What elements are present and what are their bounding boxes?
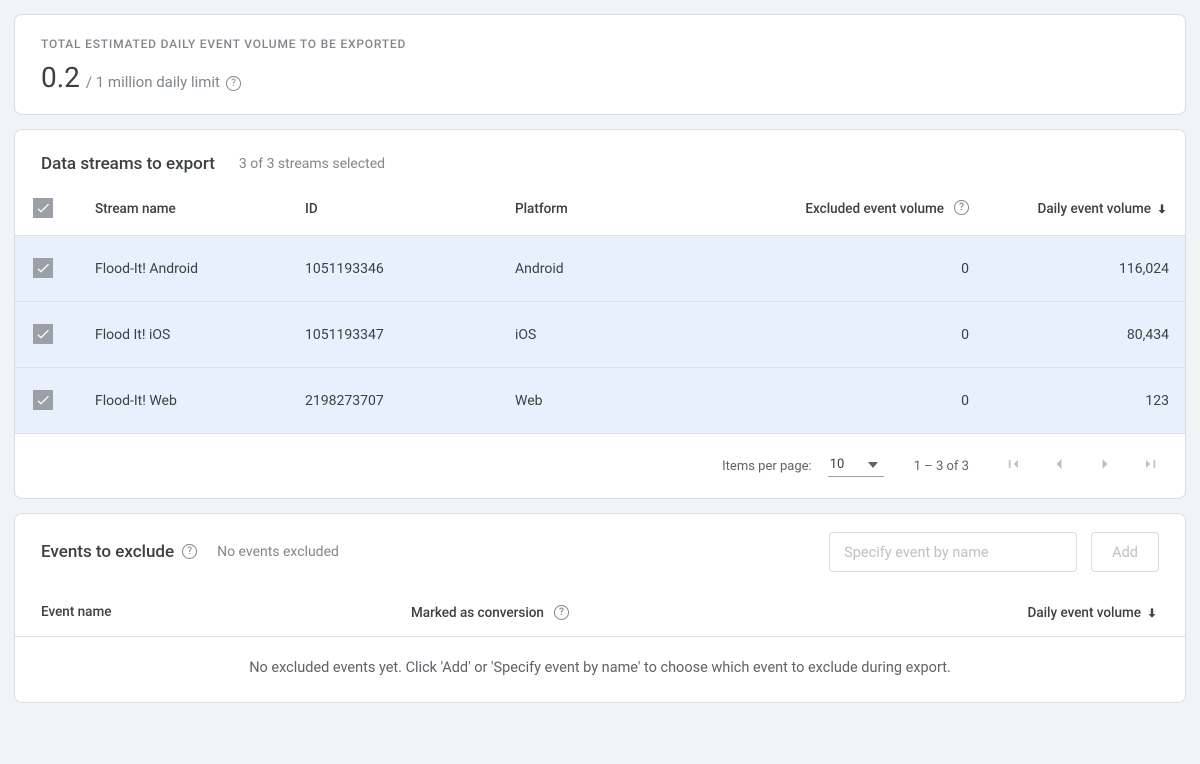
cell-excluded: 0	[685, 393, 969, 409]
col-excluded-volume-label: Excluded event volume	[805, 201, 944, 217]
col-daily-volume[interactable]: Daily event volume	[969, 200, 1169, 218]
streams-table-header: Stream name ID Platform Excluded event v…	[15, 182, 1185, 236]
col-daily-volume[interactable]: Daily event volume	[939, 604, 1159, 622]
cell-id: 1051193346	[305, 261, 515, 277]
cell-stream-name: Flood-It! Android	[95, 261, 305, 277]
cell-daily: 123	[969, 393, 1169, 409]
check-icon	[35, 392, 51, 408]
help-icon[interactable]: ?	[226, 76, 241, 91]
streams-subtitle: 3 of 3 streams selected	[239, 156, 385, 172]
volume-label: TOTAL ESTIMATED DAILY EVENT VOLUME TO BE…	[41, 37, 1159, 51]
sort-desc-icon	[1155, 202, 1169, 220]
items-per-page-label: Items per page:	[722, 459, 812, 474]
check-icon	[35, 326, 51, 342]
specify-event-input[interactable]: Specify event by name	[829, 532, 1077, 572]
col-excluded-volume[interactable]: Excluded event volume ?	[685, 201, 969, 217]
select-all-checkbox[interactable]	[33, 198, 53, 218]
volume-value: 0.2	[41, 61, 80, 94]
paginator: Items per page: 10 1 – 3 of 3	[15, 434, 1185, 498]
check-icon	[35, 200, 51, 216]
row-checkbox[interactable]	[33, 324, 53, 344]
col-daily-volume-label: Daily event volume	[1028, 605, 1142, 621]
items-per-page-value: 10	[830, 457, 845, 472]
cell-platform: iOS	[515, 327, 685, 343]
select-all-cell	[31, 198, 95, 220]
sort-desc-icon	[1145, 606, 1159, 624]
streams-table: Stream name ID Platform Excluded event v…	[15, 182, 1185, 498]
help-icon[interactable]: ?	[182, 544, 197, 559]
volume-value-row: 0.2 / 1 million daily limit ?	[41, 61, 1159, 94]
items-per-page: Items per page: 10	[722, 455, 884, 477]
row-checkbox[interactable]	[33, 390, 53, 410]
events-title: Events to exclude	[41, 542, 174, 562]
cell-id: 1051193347	[305, 327, 515, 343]
cell-platform: Android	[515, 261, 685, 277]
cell-stream-name: Flood It! iOS	[95, 327, 305, 343]
col-platform[interactable]: Platform	[515, 201, 685, 217]
specify-event-placeholder: Specify event by name	[844, 544, 988, 561]
cell-daily: 116,024	[969, 261, 1169, 277]
streams-header: Data streams to export 3 of 3 streams se…	[15, 130, 1185, 182]
cell-platform: Web	[515, 393, 685, 409]
events-table-header: Event name Marked as conversion ? Daily …	[15, 590, 1185, 637]
events-empty-message: No excluded events yet. Click 'Add' or '…	[15, 637, 1185, 702]
dropdown-icon	[868, 462, 878, 468]
col-stream-name[interactable]: Stream name	[95, 201, 305, 217]
items-per-page-select[interactable]: 10	[828, 455, 884, 477]
first-page-button[interactable]	[999, 450, 1027, 482]
check-icon	[35, 260, 51, 276]
col-conversion[interactable]: Marked as conversion ?	[411, 604, 939, 622]
col-id[interactable]: ID	[305, 201, 515, 217]
prev-page-button[interactable]	[1045, 450, 1073, 482]
streams-card: Data streams to export 3 of 3 streams se…	[14, 129, 1186, 499]
row-checkbox[interactable]	[33, 258, 53, 278]
cell-daily: 80,434	[969, 327, 1169, 343]
cell-excluded: 0	[685, 261, 969, 277]
col-daily-volume-label: Daily event volume	[1038, 201, 1152, 217]
streams-title: Data streams to export	[41, 154, 215, 174]
add-button[interactable]: Add	[1091, 532, 1159, 572]
cell-id: 2198273707	[305, 393, 515, 409]
help-icon[interactable]: ?	[954, 200, 969, 215]
table-row[interactable]: Flood-It! Web 2198273707 Web 0 123	[15, 368, 1185, 434]
next-page-button[interactable]	[1091, 450, 1119, 482]
events-card: Events to exclude ? No events excluded S…	[14, 513, 1186, 703]
cell-excluded: 0	[685, 327, 969, 343]
cell-stream-name: Flood-It! Web	[95, 393, 305, 409]
table-row[interactable]: Flood It! iOS 1051193347 iOS 0 80,434	[15, 302, 1185, 368]
range-label: 1 – 3 of 3	[914, 459, 969, 474]
events-header: Events to exclude ? No events excluded S…	[15, 514, 1185, 590]
last-page-button[interactable]	[1137, 450, 1165, 482]
col-conversion-label: Marked as conversion	[411, 605, 544, 621]
table-row[interactable]: Flood-It! Android 1051193346 Android 0 1…	[15, 236, 1185, 302]
help-icon[interactable]: ?	[554, 605, 569, 620]
paginator-nav	[999, 450, 1165, 482]
volume-card: TOTAL ESTIMATED DAILY EVENT VOLUME TO BE…	[14, 14, 1186, 115]
col-event-name[interactable]: Event name	[41, 604, 411, 622]
add-button-label: Add	[1112, 544, 1138, 561]
volume-limit: / 1 million daily limit	[86, 73, 220, 91]
events-subtitle: No events excluded	[217, 544, 339, 560]
